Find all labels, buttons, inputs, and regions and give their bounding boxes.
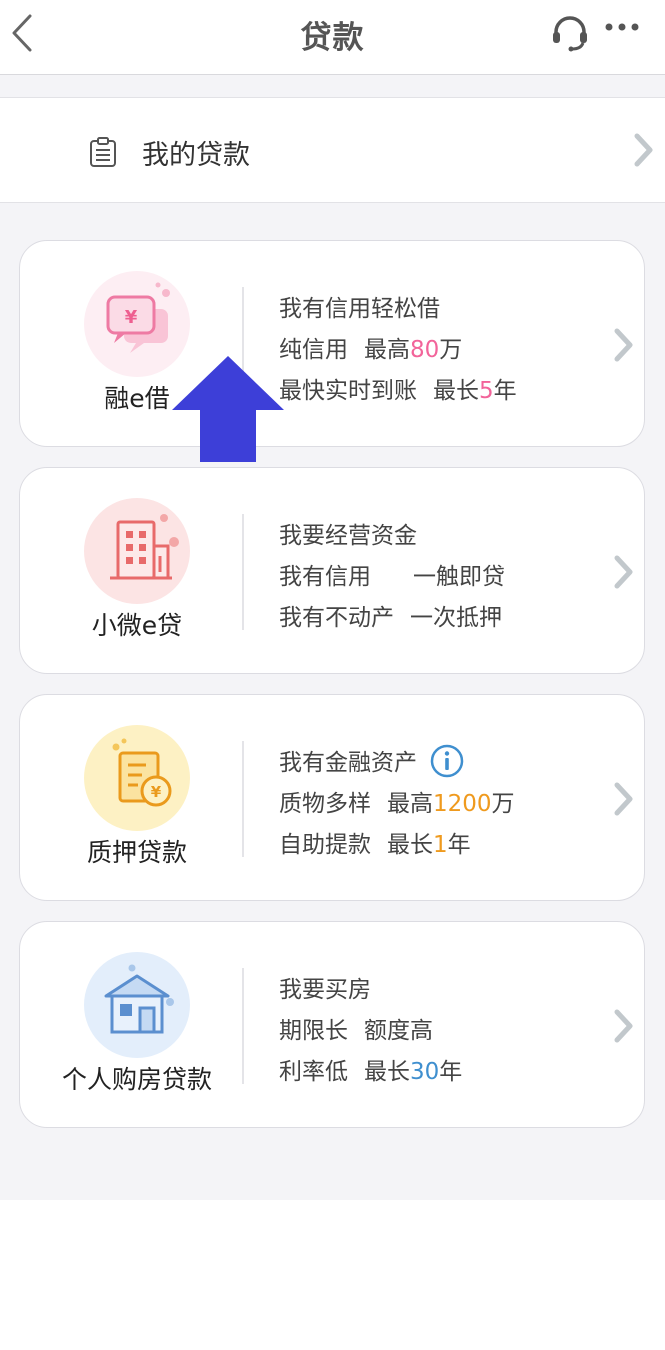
- headset-icon: [553, 16, 587, 52]
- product-detail-line: 最快实时到账 最长5年: [279, 378, 517, 404]
- divider: [242, 514, 244, 630]
- highlight-number: 1200: [433, 791, 492, 817]
- clipboard-icon: [90, 137, 116, 167]
- product-headline: 我有金融资产: [279, 743, 465, 779]
- product-detail-line: 纯信用 最高80万: [279, 337, 463, 363]
- product-name: 质押贷款: [86, 838, 187, 867]
- document-yuan-icon: ¥: [84, 725, 190, 831]
- more-options-button[interactable]: [602, 12, 644, 46]
- svg-text:¥: ¥: [151, 783, 162, 801]
- product-headline: 我要买房: [279, 977, 371, 1003]
- product-name: 个人购房贷款: [61, 1065, 212, 1094]
- product-detail-line: 期限长 额度高: [279, 1018, 433, 1044]
- product-headline: 我有信用轻松借: [279, 296, 440, 322]
- product-detail-line: 我有不动产 一次抵押: [279, 605, 502, 631]
- chevron-right-icon: [614, 328, 633, 362]
- product-headline: 我要经营资金: [279, 523, 417, 549]
- loan-card-pledge-loan[interactable]: ¥ 质押贷款 我有金融资产 质物多样 最高1200万 自助提款 最长1年: [19, 694, 645, 901]
- product-detail-line: 质物多样 最高1200万: [279, 791, 515, 817]
- chevron-right-icon: [634, 133, 653, 167]
- highlight-number: 30: [410, 1059, 440, 1085]
- divider: [242, 741, 244, 857]
- my-loan-label: 我的贷款: [142, 140, 250, 171]
- info-icon[interactable]: [429, 743, 465, 779]
- highlight-number: 80: [410, 337, 440, 363]
- chevron-right-icon: [614, 1009, 633, 1043]
- loan-card-home-loan[interactable]: 个人购房贷款 我要买房 期限长 额度高 利率低 最长30年: [19, 921, 645, 1128]
- product-detail-line: 我有信用 一触即贷: [279, 564, 505, 590]
- my-loan-row[interactable]: 我的贷款: [0, 97, 665, 203]
- house-icon: [84, 952, 190, 1058]
- top-nav-bar: 贷款: [0, 0, 665, 75]
- customer-service-button[interactable]: [550, 12, 590, 52]
- more-dots-icon: [605, 23, 639, 31]
- product-name: 小微e贷: [91, 611, 183, 640]
- building-icon: [84, 498, 190, 604]
- product-detail-line: 利率低 最长30年: [279, 1059, 463, 1085]
- chevron-right-icon: [614, 782, 633, 816]
- svg-text:¥: ¥: [125, 307, 138, 328]
- loan-card-xiao-wei-e-dai[interactable]: 小微e贷 我要经营资金 我有信用 一触即贷 我有不动产 一次抵押: [19, 467, 645, 674]
- highlight-number: 1: [433, 832, 448, 858]
- up-arrow-annotation-icon: [172, 356, 284, 462]
- highlight-number: 5: [479, 378, 494, 404]
- loan-card-rong-e-jie[interactable]: ¥ 融e借 我有信用轻松借 纯信用 最高80万 最快实时到账 最长5年: [19, 240, 645, 447]
- divider: [242, 968, 244, 1084]
- chevron-right-icon: [614, 555, 633, 589]
- product-detail-line: 自助提款 最长1年: [279, 832, 471, 858]
